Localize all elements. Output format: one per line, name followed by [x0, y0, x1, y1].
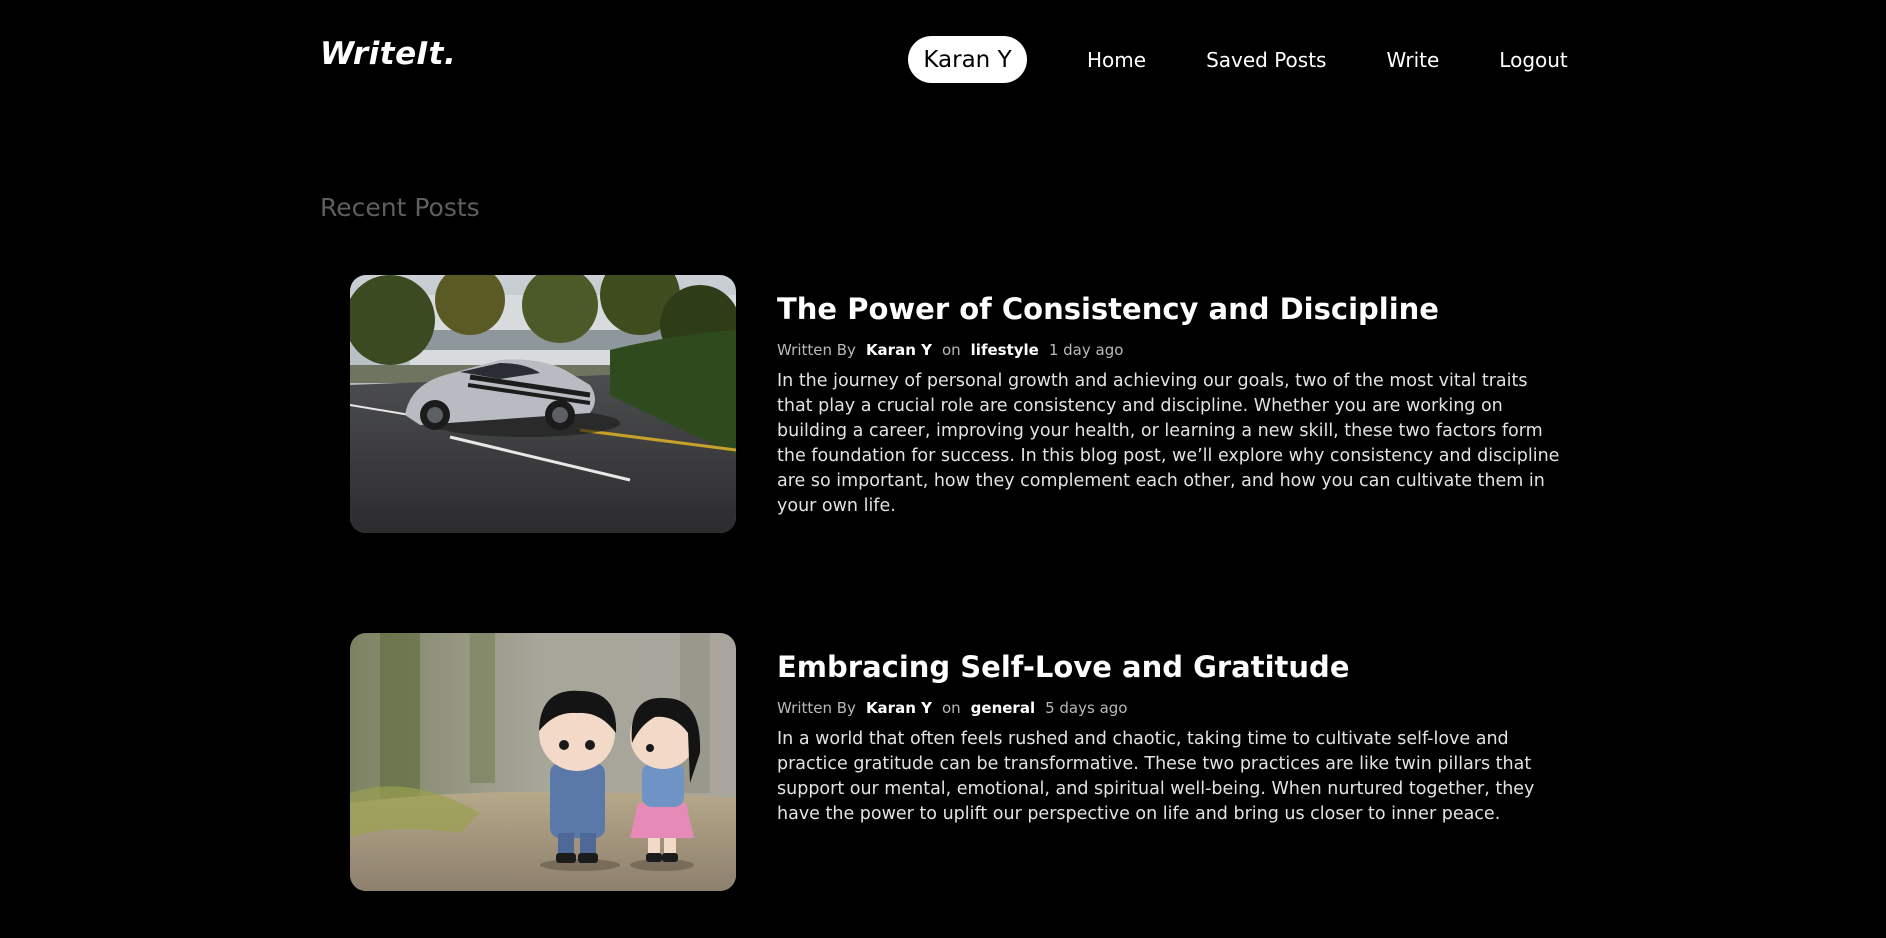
post-excerpt: In the journey of personal growth and ac…	[777, 371, 1560, 516]
post-content: The Power of Consistency and Discipline …	[777, 289, 1559, 537]
nav-saved-posts-link[interactable]: Saved Posts	[1206, 48, 1326, 72]
post-content: Embracing Self-Love and Gratitude Writte…	[777, 647, 1557, 845]
post-meta: Written By Karan Y on lifestyle 1 day ag…	[777, 341, 1557, 359]
post-time: 5 days ago	[1045, 699, 1128, 717]
nav-home-link[interactable]: Home	[1087, 48, 1146, 72]
post-thumbnail-figurines[interactable]	[350, 633, 736, 891]
post-category[interactable]: general	[971, 699, 1035, 717]
section-title: Recent Posts	[320, 192, 480, 222]
post-time: 1 day ago	[1048, 341, 1124, 359]
post-thumbnail-car[interactable]	[350, 275, 736, 533]
on-label: on	[941, 341, 961, 359]
post-excerpt: In a world that often feels rushed and c…	[777, 729, 1535, 824]
written-by-label: Written By	[777, 341, 856, 359]
written-by-label: Written By	[777, 699, 856, 717]
on-label: on	[941, 699, 961, 717]
post-title[interactable]: The Power of Consistency and Discipline	[777, 289, 1557, 329]
nav-write-link[interactable]: Write	[1386, 48, 1439, 72]
post-title[interactable]: Embracing Self-Love and Gratitude	[777, 647, 1557, 687]
nav-logout-link[interactable]: Logout	[1499, 48, 1567, 72]
post-category[interactable]: lifestyle	[971, 341, 1039, 359]
post-meta: Written By Karan Y on general 5 days ago	[777, 699, 1557, 717]
post-author[interactable]: Karan Y	[866, 699, 932, 717]
site-logo[interactable]: WriteIt.	[320, 36, 456, 72]
main-nav: Karan Y Home Saved Posts Write Logout	[908, 36, 1568, 83]
page: WriteIt. Karan Y Home Saved Posts Write …	[0, 0, 1886, 938]
post-author[interactable]: Karan Y	[866, 341, 932, 359]
user-profile-button[interactable]: Karan Y	[908, 36, 1027, 83]
